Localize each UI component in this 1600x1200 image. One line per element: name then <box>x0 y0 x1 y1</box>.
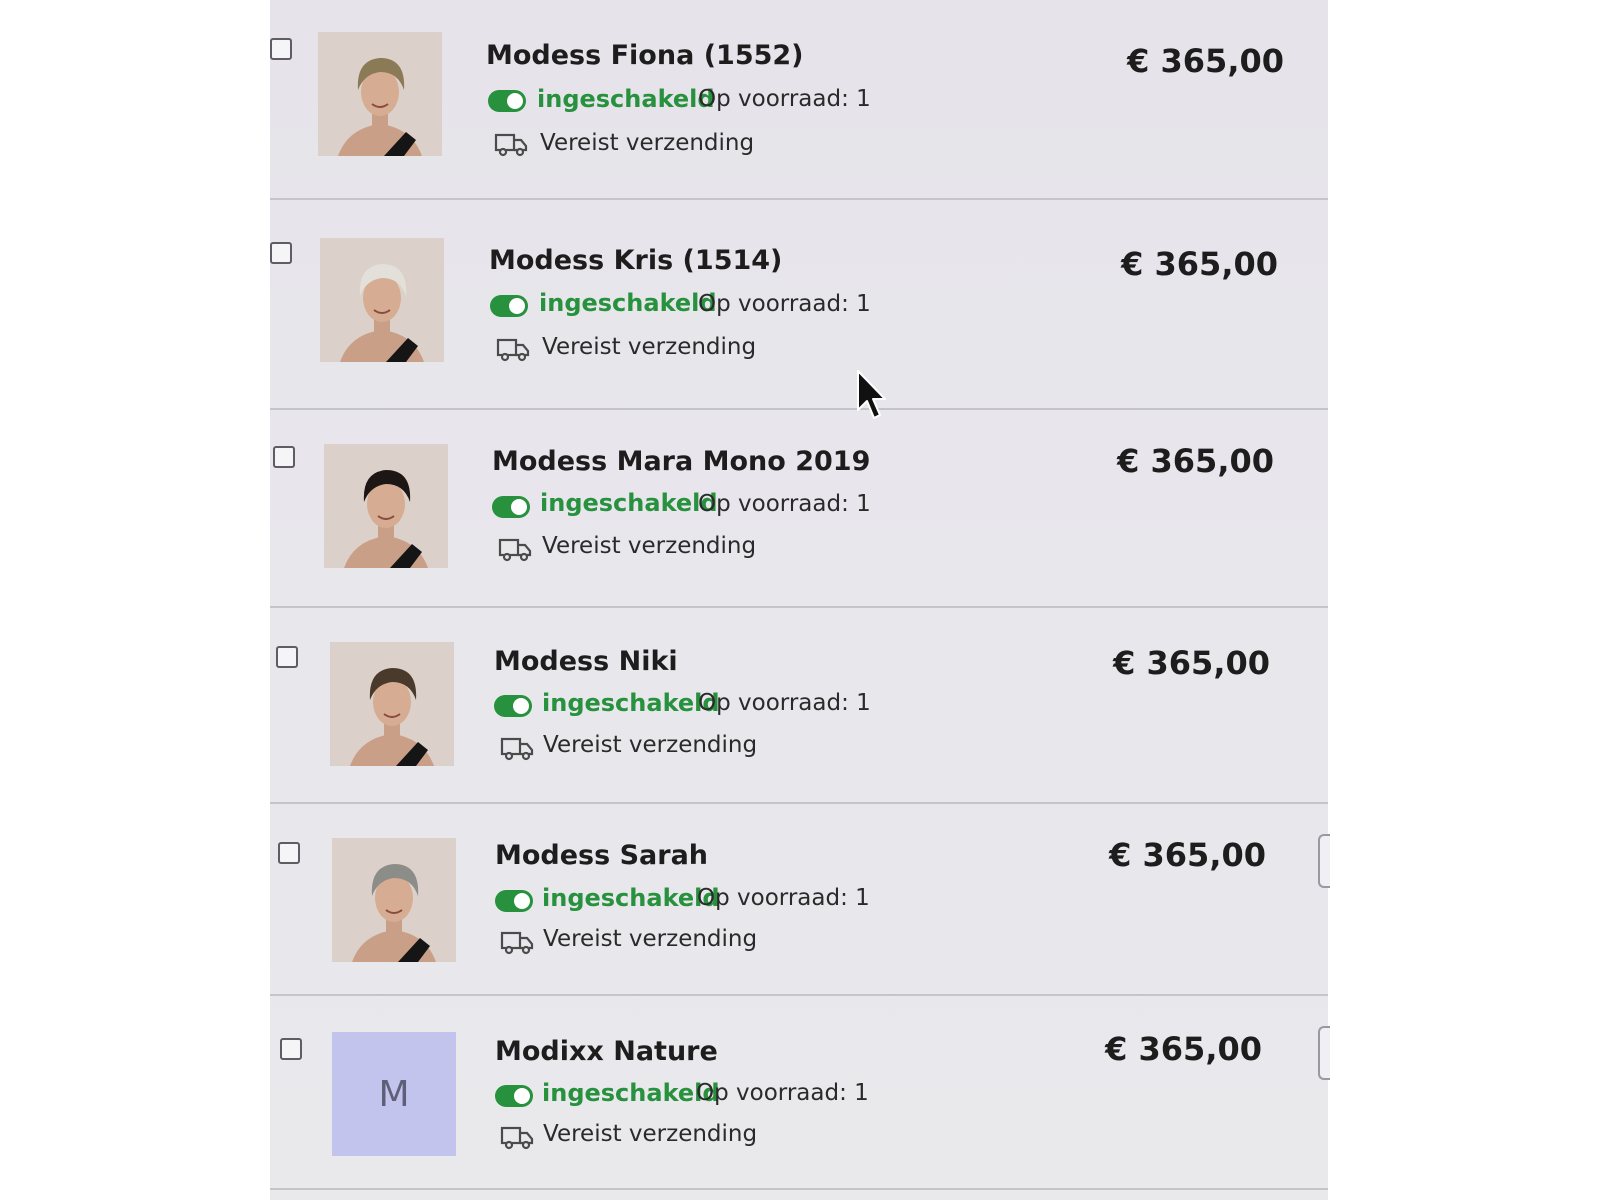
product-name[interactable]: Modess Sarah <box>495 840 708 871</box>
toggle-on-icon[interactable] <box>488 90 526 112</box>
product-list: Modess Fiona (1552) ingeschakeld Op voor… <box>270 0 1330 1200</box>
row-action-edge[interactable] <box>1318 834 1330 888</box>
shipping-label: Vereist verzending <box>542 533 757 559</box>
row-select-checkbox[interactable] <box>270 38 292 60</box>
row-select-checkbox[interactable] <box>270 242 292 264</box>
product-price: € 365,00 <box>1113 644 1270 682</box>
row-select-checkbox[interactable] <box>280 1038 302 1060</box>
truck-icon <box>500 1126 534 1150</box>
toggle-on-icon[interactable] <box>495 890 533 912</box>
product-thumbnail[interactable] <box>330 642 454 766</box>
product-price: € 365,00 <box>1121 245 1278 283</box>
product-row[interactable]: Modess Kris (1514) ingeschakeld Op voorr… <box>270 200 1328 410</box>
truck-icon <box>494 133 528 157</box>
product-name[interactable]: Modixx Nature <box>495 1036 718 1067</box>
toggle-on-icon[interactable] <box>495 1085 533 1107</box>
product-price: € 365,00 <box>1109 836 1266 874</box>
toggle-on-icon[interactable] <box>490 295 528 317</box>
product-row[interactable]: M Modixx Nature ingeschakeld Op voorraad… <box>270 996 1330 1190</box>
row-select-checkbox[interactable] <box>276 646 298 668</box>
mouse-cursor-icon <box>857 370 886 419</box>
product-name[interactable]: Modess Kris (1514) <box>489 245 782 276</box>
product-thumbnail[interactable] <box>324 444 448 568</box>
status-label: ingeschakeld <box>539 289 717 317</box>
shipping-label: Vereist verzending <box>543 732 758 758</box>
row-select-checkbox[interactable] <box>278 842 300 864</box>
product-row[interactable]: Modess Mara Mono 2019 ingeschakeld Op vo… <box>270 410 1328 608</box>
stock-label: Op voorraad: 1 <box>698 291 871 317</box>
product-photo <box>330 642 454 766</box>
status-label: ingeschakeld <box>542 689 720 717</box>
stock-label: Op voorraad: 1 <box>696 1080 869 1106</box>
toggle-on-icon[interactable] <box>492 496 530 518</box>
shipping-label: Vereist verzending <box>542 334 757 360</box>
product-row[interactable]: Modess Sarah ingeschakeld Op voorraad: 1… <box>270 804 1330 996</box>
truck-icon <box>500 931 534 955</box>
stock-label: Op voorraad: 1 <box>698 491 871 517</box>
product-price: € 365,00 <box>1127 42 1284 80</box>
shipping-label: Vereist verzending <box>543 1121 758 1147</box>
status-label: ingeschakeld <box>540 489 718 517</box>
product-photo <box>318 32 442 156</box>
product-thumbnail-placeholder[interactable]: M <box>332 1032 456 1156</box>
product-photo <box>320 238 444 362</box>
status-label: ingeschakeld <box>542 1079 720 1107</box>
product-thumbnail[interactable] <box>332 838 456 962</box>
product-price: € 365,00 <box>1105 1030 1262 1068</box>
stock-label: Op voorraad: 1 <box>698 690 871 716</box>
product-name[interactable]: Modess Fiona (1552) <box>486 40 804 71</box>
product-thumbnail[interactable] <box>320 238 444 362</box>
truck-icon <box>498 538 532 562</box>
row-action-edge[interactable] <box>1318 1026 1330 1080</box>
shipping-label: Vereist verzending <box>543 926 758 952</box>
stock-label: Op voorraad: 1 <box>697 885 870 911</box>
product-thumbnail[interactable] <box>318 32 442 156</box>
status-label: ingeschakeld <box>537 85 715 113</box>
product-row[interactable]: Modess Fiona (1552) ingeschakeld Op voor… <box>270 0 1328 200</box>
product-name[interactable]: Modess Niki <box>494 646 678 677</box>
toggle-on-icon[interactable] <box>494 695 532 717</box>
shipping-label: Vereist verzending <box>540 130 755 156</box>
product-price: € 365,00 <box>1117 442 1274 480</box>
product-photo <box>324 444 448 568</box>
product-name[interactable]: Modess Mara Mono 2019 <box>492 446 870 477</box>
product-row[interactable]: Modess Niki ingeschakeld Op voorraad: 1 … <box>270 608 1328 804</box>
truck-icon <box>500 737 534 761</box>
row-select-checkbox[interactable] <box>273 446 295 468</box>
stock-label: Op voorraad: 1 <box>698 86 871 112</box>
thumbnail-letter: M <box>378 1073 410 1115</box>
status-label: ingeschakeld <box>542 884 720 912</box>
truck-icon <box>496 338 530 362</box>
product-photo <box>332 838 456 962</box>
